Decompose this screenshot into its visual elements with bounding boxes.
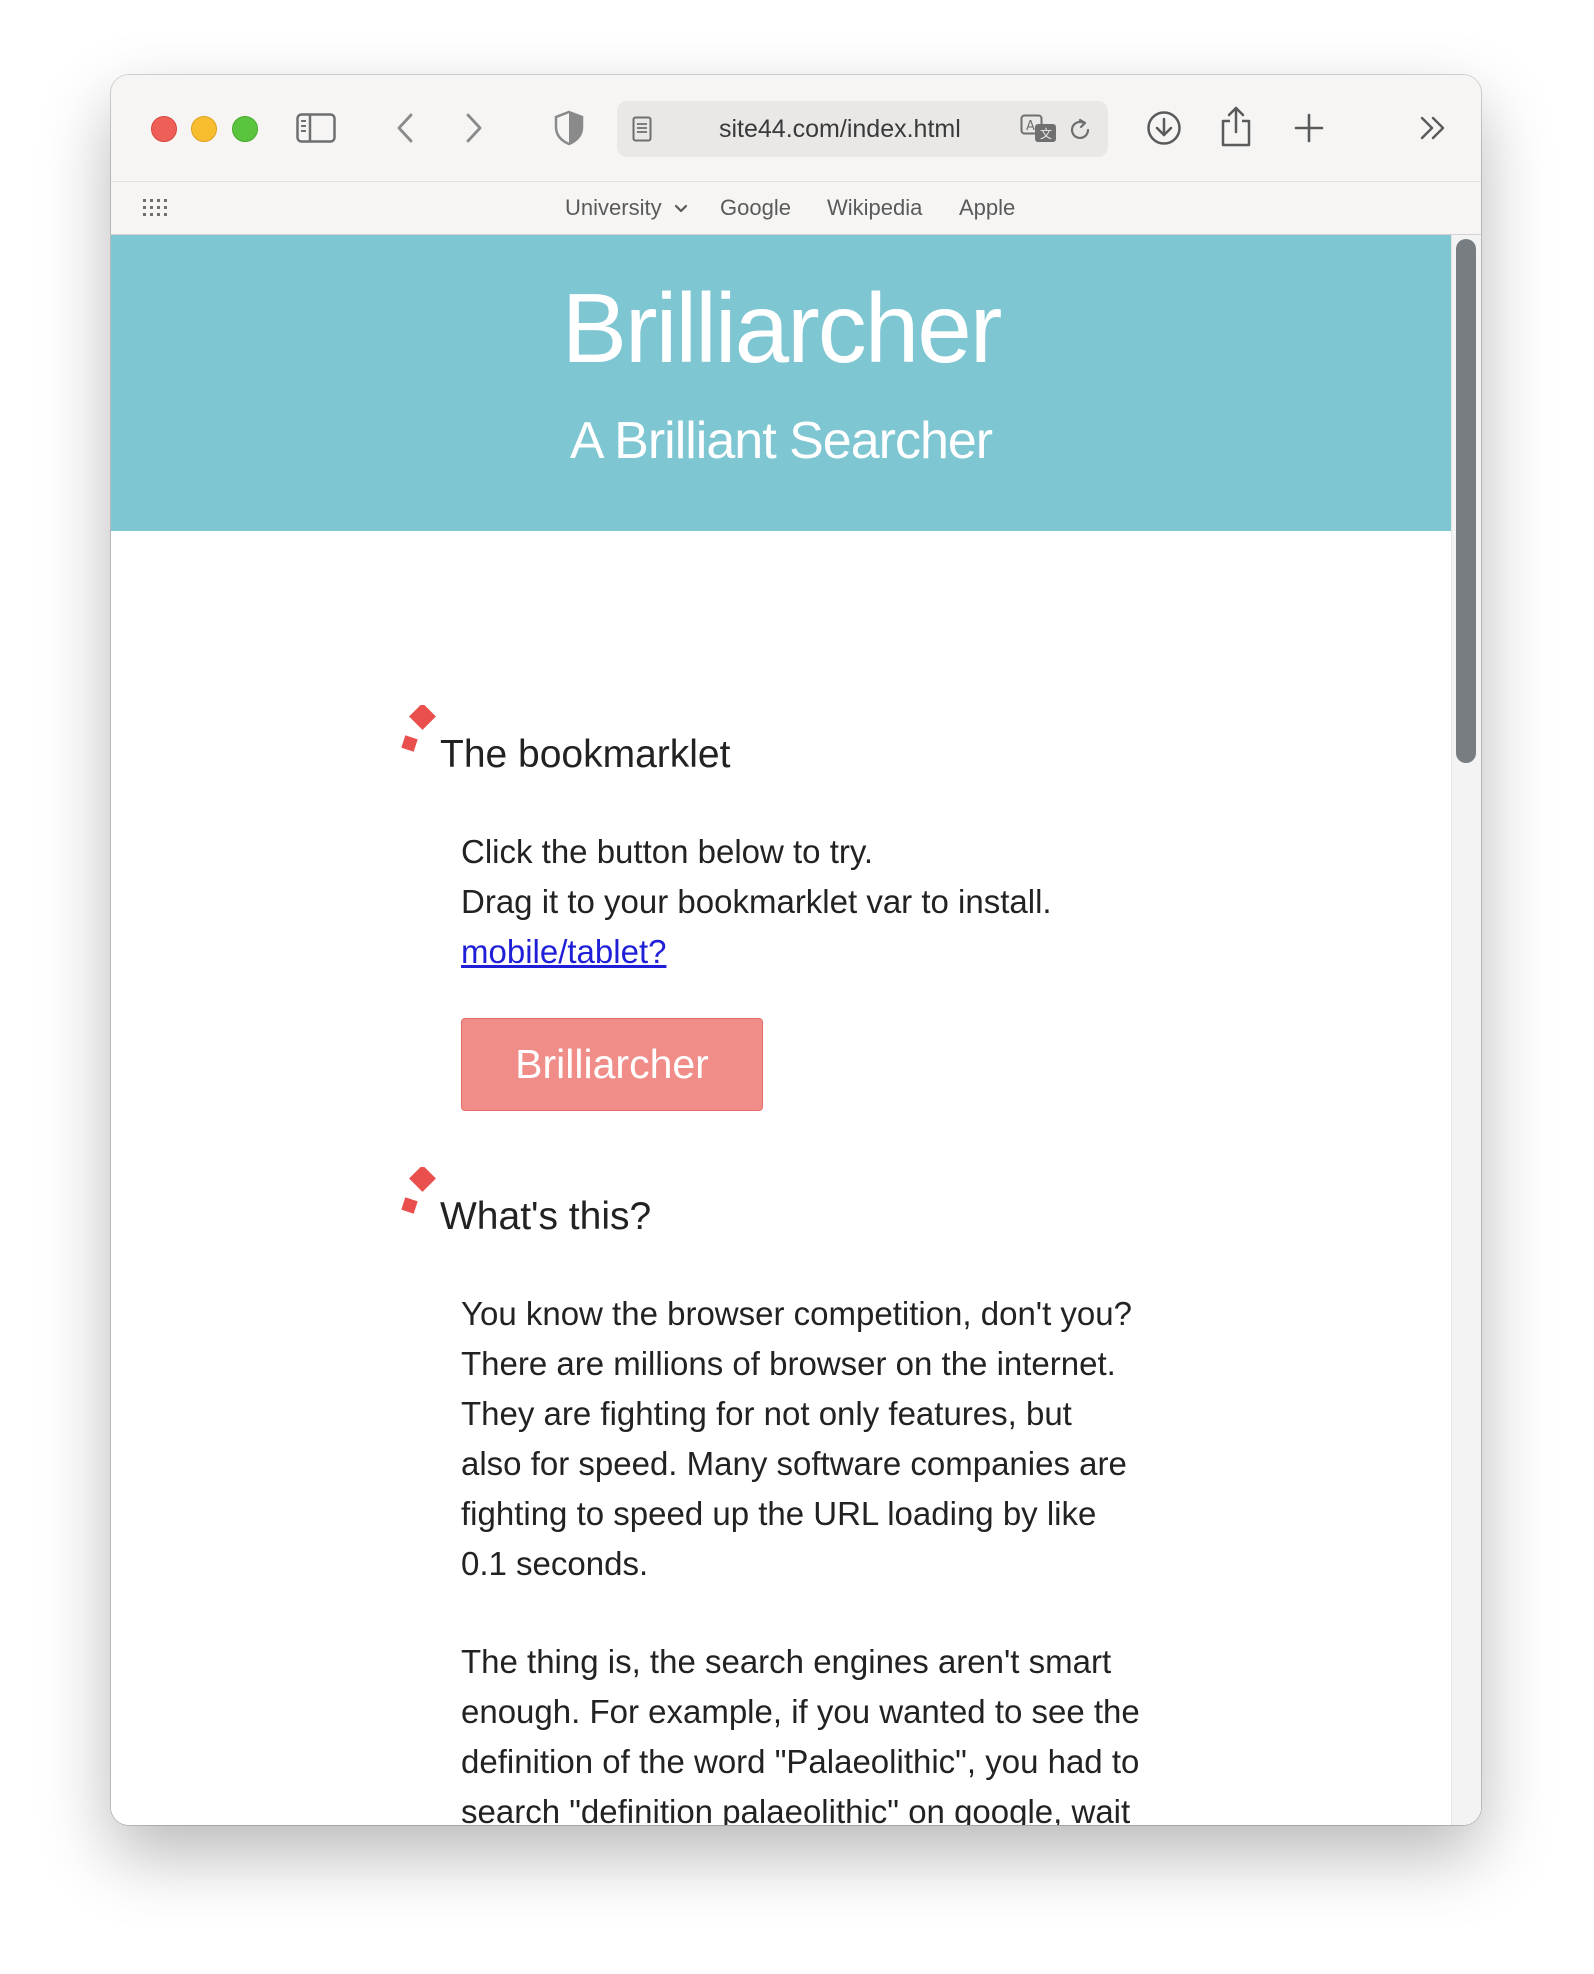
grid-icon[interactable] <box>142 197 168 219</box>
minimize-window-button[interactable] <box>191 116 217 142</box>
favorite-university[interactable]: University <box>565 182 688 234</box>
chevron-left-icon[interactable] <box>390 108 420 148</box>
favorite-google[interactable]: Google <box>720 182 791 234</box>
page-viewport: Brilliarcher A Brilliant Searcher The bo… <box>111 235 1481 1825</box>
address-bar[interactable]: site44.com/index.html A文 <box>617 101 1108 157</box>
plus-icon[interactable] <box>1289 108 1329 148</box>
instruction-line-1: Click the button below to try. <box>461 833 874 870</box>
section-marker-icon <box>401 705 436 752</box>
favorite-wikipedia[interactable]: Wikipedia <box>827 182 922 234</box>
whats-this-heading: What's this? <box>440 1195 652 1238</box>
favorite-google-label: Google <box>720 195 791 220</box>
share-icon[interactable] <box>1218 103 1254 149</box>
download-icon[interactable] <box>1144 108 1184 148</box>
sidebar-icon[interactable] <box>294 108 338 148</box>
hero-banner: Brilliarcher A Brilliant Searcher <box>111 235 1451 531</box>
chevron-right-icon[interactable] <box>459 108 489 148</box>
favorites-bar: University Google Wikipedia Apple <box>111 181 1481 235</box>
close-window-button[interactable] <box>151 116 177 142</box>
favorite-apple-label: Apple <box>959 195 1016 220</box>
favorite-apple[interactable]: Apple <box>959 182 1015 234</box>
chevron-down-icon <box>674 205 687 213</box>
favorite-wikipedia-label: Wikipedia <box>827 195 923 220</box>
translate-icon[interactable]: A文 <box>1019 113 1059 145</box>
instruction-line-2: Drag it to your bookmarklet var to insta… <box>461 883 1052 920</box>
mobile-tablet-link[interactable]: mobile/tablet? <box>461 933 666 970</box>
url-text[interactable]: site44.com/index.html <box>719 101 961 157</box>
scrollbar-thumb[interactable] <box>1456 239 1476 763</box>
whats-this-paragraph-2: The thing is, the search engines aren't … <box>461 1643 1140 1825</box>
reload-icon[interactable] <box>1065 115 1095 145</box>
svg-text:A: A <box>1026 119 1035 134</box>
bookmarklet-heading: The bookmarklet <box>440 733 731 776</box>
favorite-university-label: University <box>565 195 662 220</box>
shield-icon[interactable] <box>552 106 586 150</box>
section-marker-icon <box>401 1167 436 1214</box>
brilliarcher-bookmarklet-button[interactable]: Brilliarcher <box>461 1018 763 1111</box>
site-subtitle: A Brilliant Searcher <box>569 412 993 470</box>
whats-this-paragraph-1: You know the browser competition, don't … <box>461 1295 1132 1582</box>
svg-text:文: 文 <box>1040 126 1052 141</box>
browser-window: site44.com/index.html A文 University Goog… <box>111 75 1481 1825</box>
page-icon <box>629 115 655 143</box>
site-title: Brilliarcher <box>561 273 1003 383</box>
bookmarklet-instructions: Click the button below to try. Drag it t… <box>461 827 1141 977</box>
zoom-window-button[interactable] <box>232 116 258 142</box>
browser-toolbar: site44.com/index.html A文 <box>111 75 1481 181</box>
double-chevron-right-icon[interactable] <box>1416 111 1450 145</box>
